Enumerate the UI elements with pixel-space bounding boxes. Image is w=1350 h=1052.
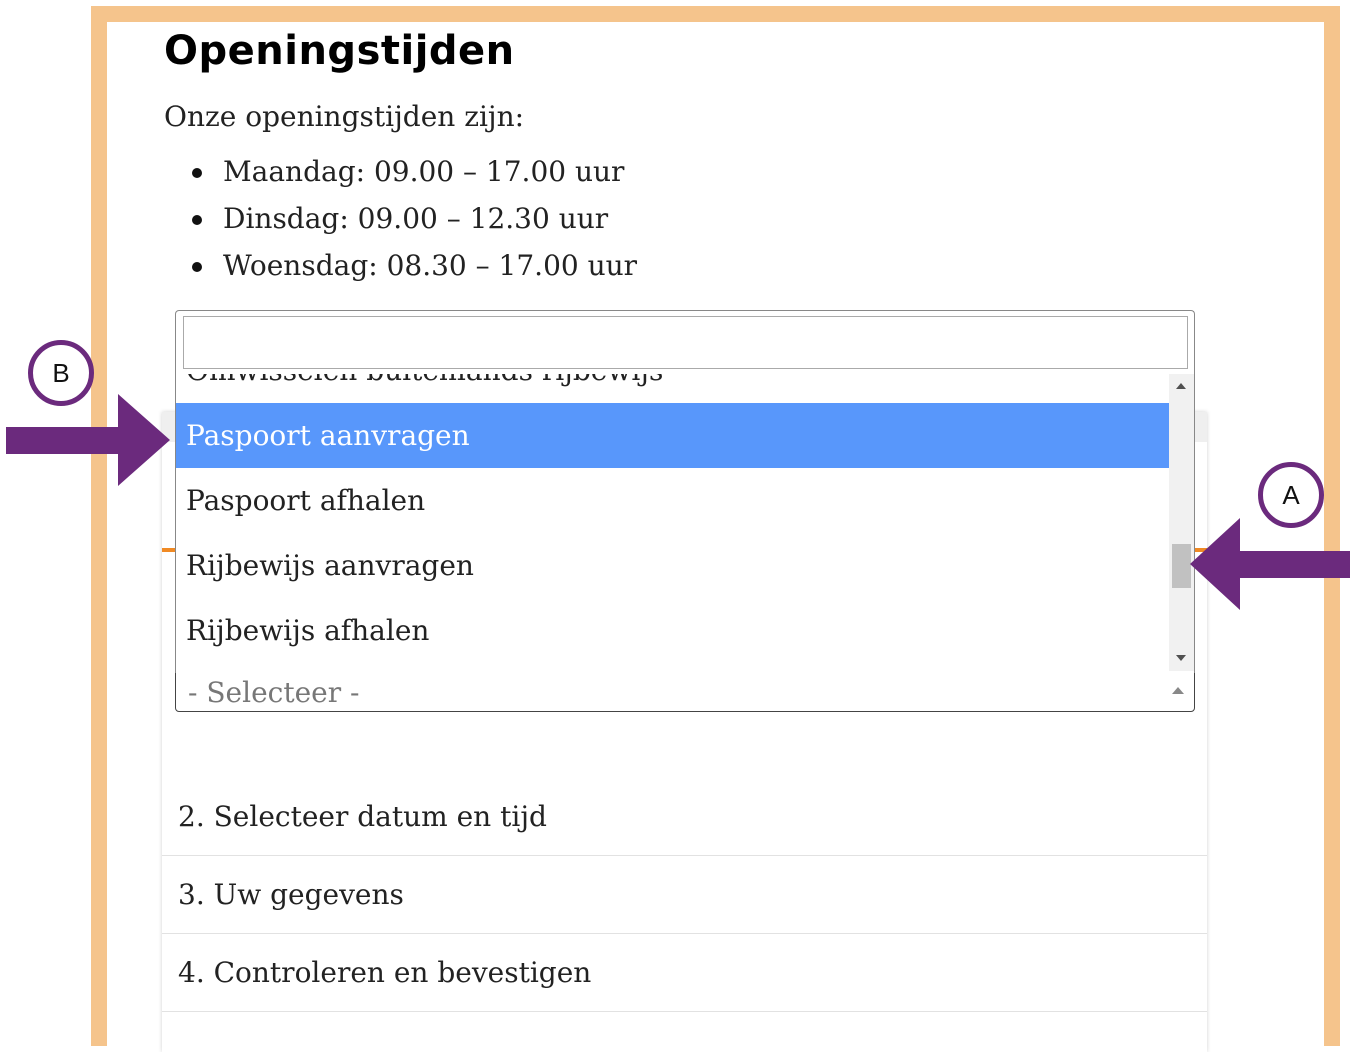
accent-line (162, 548, 176, 552)
option-paspoort-afhalen[interactable]: Paspoort afhalen (176, 468, 1169, 533)
option-rijbewijs-aanvragen[interactable]: Rijbewijs aanvragen (176, 533, 1169, 598)
chevron-up-icon (1172, 687, 1184, 694)
list-item: Dinsdag: 09.00 – 12.30 uur (190, 199, 637, 246)
arrow-right-icon (6, 394, 170, 486)
dropdown-search-input[interactable] (183, 316, 1188, 369)
list-item: Maandag: 09.00 – 17.00 uur (190, 152, 637, 199)
list-item: Woensdag: 08.30 – 17.00 uur (190, 246, 637, 293)
select-dropdown: Omwisselen buitenlands rijbewijs Paspoor… (175, 310, 1195, 673)
scroll-up-arrow-icon[interactable] (1176, 383, 1186, 389)
option-partial[interactable]: Omwisselen buitenlands rijbewijs (176, 374, 1169, 403)
opening-hours-list: Maandag: 09.00 – 17.00 uur Dinsdag: 09.0… (190, 152, 637, 293)
step-confirm[interactable]: 4. Controleren en bevestigen (162, 934, 1207, 1012)
product-select[interactable]: - Selecteer - (175, 672, 1195, 712)
intro-text: Onze openingstijden zijn: (164, 100, 525, 133)
step-select-date-time[interactable]: 2. Selecteer datum en tijd (162, 778, 1207, 856)
options-list: Omwisselen buitenlands rijbewijs Paspoor… (176, 374, 1169, 671)
option-paspoort-aanvragen[interactable]: Paspoort aanvragen (176, 403, 1169, 468)
page-title: Openingstijden (164, 28, 515, 74)
scroll-down-arrow-icon[interactable] (1176, 655, 1186, 661)
scrollbar-thumb[interactable] (1172, 544, 1191, 588)
arrow-left-icon (1190, 518, 1350, 610)
select-value: - Selecteer - (188, 676, 360, 709)
step-your-details[interactable]: 3. Uw gegevens (162, 856, 1207, 934)
option-rijbewijs-afhalen[interactable]: Rijbewijs afhalen (176, 598, 1169, 663)
